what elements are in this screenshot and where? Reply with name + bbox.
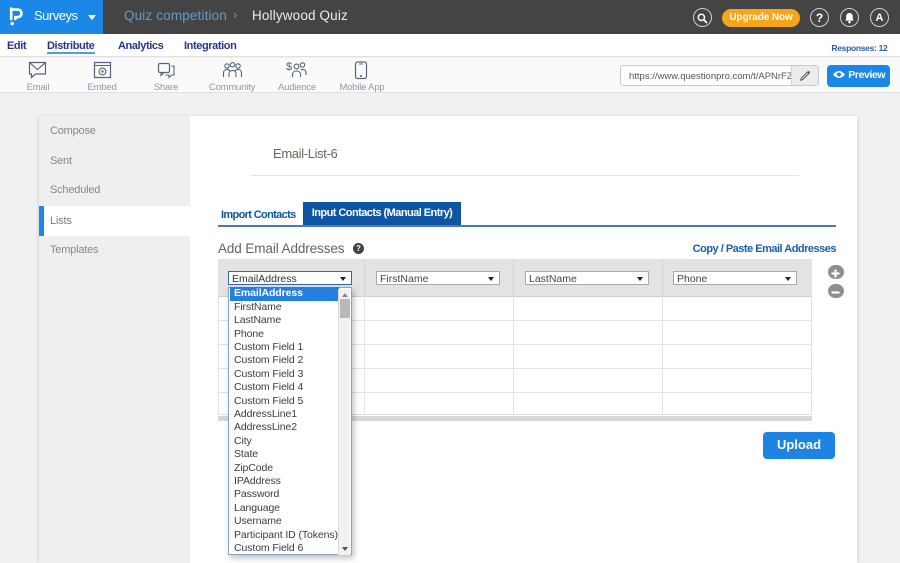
svg-text:$: $ — [286, 61, 292, 73]
